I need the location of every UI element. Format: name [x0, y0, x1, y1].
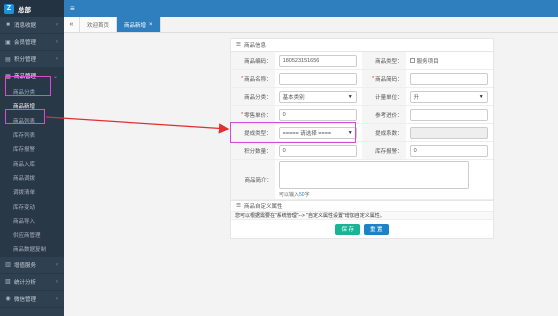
- annotation-arrow: [45, 116, 230, 134]
